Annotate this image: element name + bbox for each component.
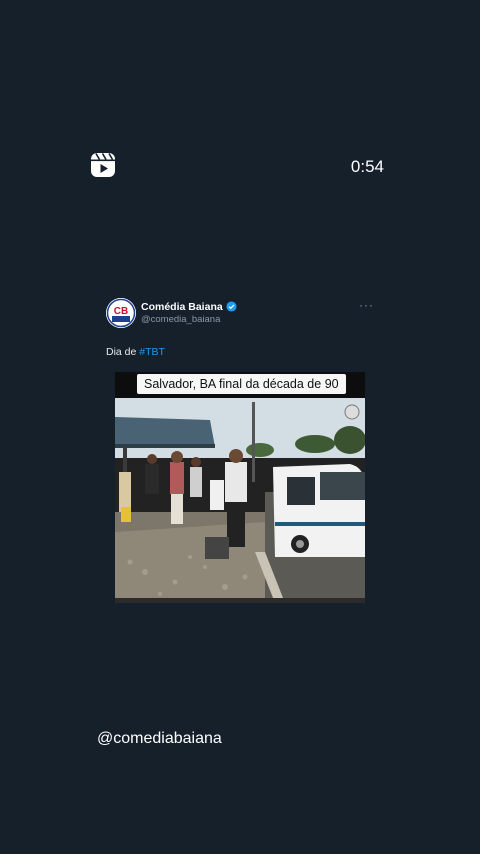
footer-handle[interactable]: @comediabaiana [97,730,222,748]
tweet-video[interactable]: Salvador, BA final da década de 90 [115,372,365,603]
verified-check-icon [226,301,237,315]
video-duration: 0:54 [350,157,384,176]
video-caption-bar: Salvador, BA final da década de 90 [115,372,365,398]
video-caption: Salvador, BA final da década de 90 [137,374,346,394]
tweet-text: Dia de #TBT [106,346,165,358]
hashtag-link[interactable]: #TBT [139,346,165,358]
author-name-text: Comédia Baiana [141,301,223,313]
tweet-text-prefix: Dia de [106,346,140,358]
reels-icon[interactable] [90,152,116,178]
author-handle[interactable]: @comedia_baiana [141,314,220,325]
more-dots-icon[interactable]: ··· [359,298,374,312]
avatar[interactable]: CB [106,298,136,328]
author-name[interactable]: Comédia Baiana [141,301,237,315]
avatar-initials: CB [114,306,128,317]
street-scene-photo [115,398,365,603]
